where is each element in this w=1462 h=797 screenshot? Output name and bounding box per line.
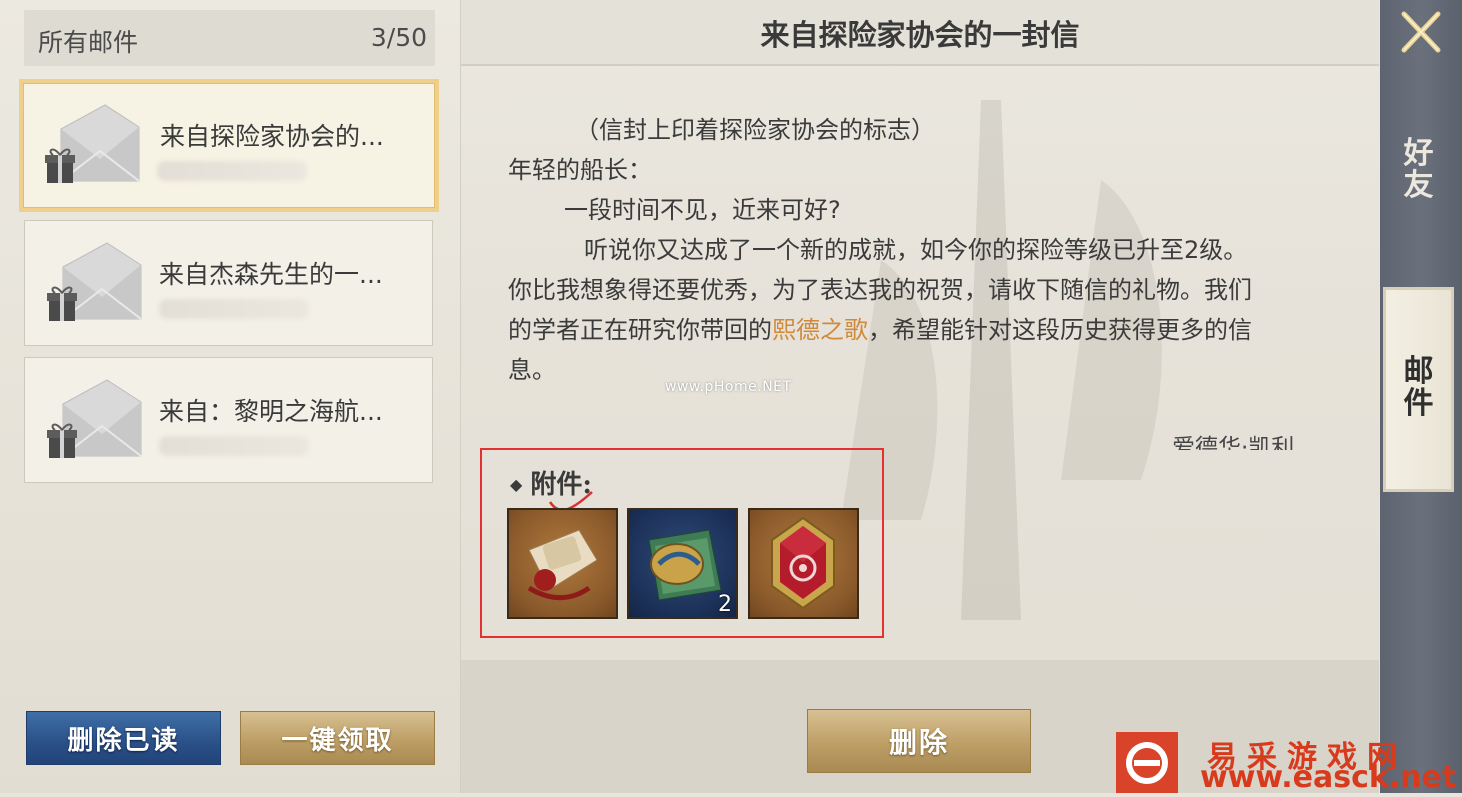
envelope-gift-icon	[47, 379, 142, 458]
mail-count: 3/50	[370, 23, 427, 52]
mail-sender-blurred	[159, 299, 309, 319]
letter-line: 你比我想象得还要优秀，为了表达我的祝贺，请收下随信的礼物。我们	[508, 276, 1252, 304]
mail-subject: 来自：黎明之海航...	[159, 397, 383, 426]
letter-signature: 爱德华·凯利	[1172, 435, 1295, 450]
letter-text: 的学者正在研究你带回的	[508, 316, 772, 344]
letter-line: 一段时间不见，近来可好?	[564, 196, 841, 224]
scroll-letter-icon	[527, 529, 598, 601]
mail-list-title: 所有邮件	[38, 28, 139, 57]
letter-text: ，希望能针对这段历史获得更多的信	[868, 316, 1252, 344]
attachment-quantity: 2	[718, 592, 732, 617]
red-gem-icon	[771, 516, 835, 610]
attachment-item[interactable]	[507, 508, 618, 619]
mail-list-panel: 所有邮件 3/50 来自探险家协会的... 来自杰森先生的一... 来自：黎明之…	[0, 0, 461, 793]
attachments-section: ◆ 附件: 2	[480, 448, 884, 638]
delete-button[interactable]: 删除	[807, 709, 1031, 773]
letter-line: 的学者正在研究你带回的熙德之歌，希望能针对这段历史获得更多的信	[508, 310, 1252, 350]
letter-line: 听说你又达成了一个新的成就，如今你的探险等级已升至2级。	[584, 236, 1248, 264]
letter-title-bar: 来自探险家协会的一封信	[461, 0, 1379, 66]
delete-read-button[interactable]: 删除已读	[26, 711, 221, 765]
letter-line: 息。	[508, 356, 556, 384]
highlighted-item-name: 熙德之歌	[772, 316, 868, 344]
close-icon[interactable]	[1394, 8, 1448, 56]
attachment-item[interactable]	[748, 508, 859, 619]
mail-subject: 来自杰森先生的一...	[159, 260, 383, 289]
watermark-text: www.pHome.NET	[665, 379, 792, 395]
tab-mail[interactable]: 邮件	[1383, 287, 1454, 492]
tab-friends-label: 好友	[1403, 136, 1434, 203]
mail-item[interactable]: 来自探险家协会的...	[19, 79, 439, 212]
tab-friends[interactable]: 好友	[1383, 138, 1454, 202]
mail-item[interactable]: 来自杰森先生的一...	[24, 220, 433, 346]
letter-line: （信封上印着探险家协会的标志）	[575, 116, 935, 144]
letter-line: 年轻的船长：	[508, 156, 652, 184]
claim-all-button[interactable]: 一键领取	[240, 711, 435, 765]
tab-mail-label: 邮件	[1403, 354, 1434, 421]
mail-list-header: 所有邮件 3/50	[24, 10, 435, 66]
site-logo	[1116, 732, 1178, 793]
letter-title: 来自探险家协会的一封信	[760, 18, 1080, 52]
mail-item[interactable]: 来自：黎明之海航...	[24, 357, 433, 483]
attachment-item[interactable]: 2	[627, 508, 738, 619]
mail-sender-blurred	[157, 161, 307, 181]
envelope-gift-icon	[47, 242, 142, 321]
diamond-icon: ◆	[510, 475, 523, 494]
envelope-gift-icon	[45, 104, 140, 183]
site-url: www.easck.net	[1200, 760, 1457, 795]
letter-panel: 来自探险家协会的一封信 （信封上印着探险家协会的标志） 年轻的船长： 一段时间不…	[461, 0, 1379, 793]
mail-subject: 来自探险家协会的...	[160, 122, 384, 151]
mail-sender-blurred	[159, 436, 309, 456]
